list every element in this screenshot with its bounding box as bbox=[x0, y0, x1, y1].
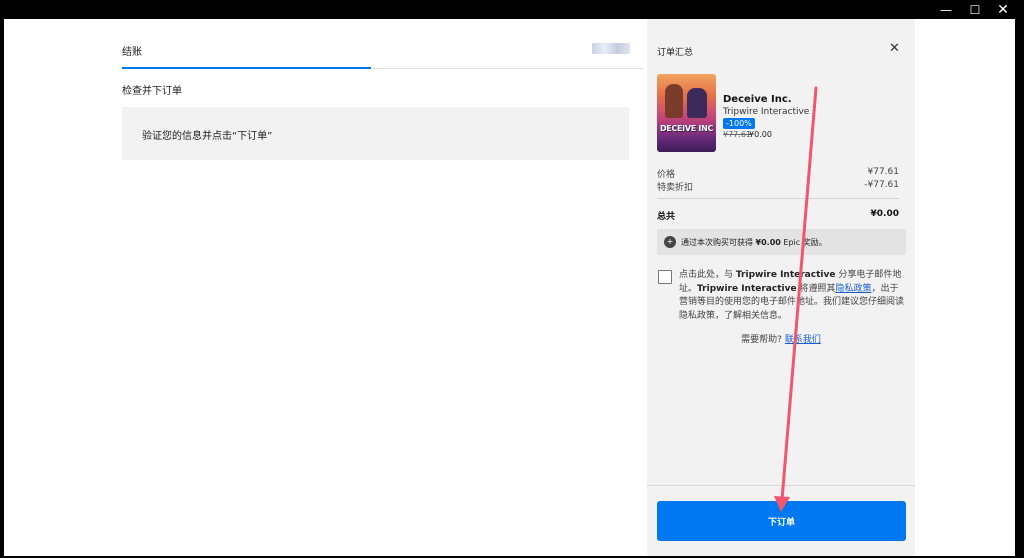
total-value: ¥0.00 bbox=[870, 209, 899, 219]
window-title-bar: — ☐ ✕ bbox=[0, 0, 1024, 19]
checkout-main-panel: 结账 检查并下订单 验证您的信息并点击“下订单” bbox=[4, 19, 647, 556]
info-text: 验证您的信息并点击“下订单” bbox=[142, 131, 273, 142]
total-row: 总共 ¥0.00 bbox=[657, 209, 899, 222]
tab-active-indicator bbox=[122, 67, 371, 69]
privacy-policy-link[interactable]: 隐私政策 bbox=[835, 284, 871, 294]
checkout-window: 结账 检查并下订单 验证您的信息并点击“下订单” 订单汇总 ✕ DECEIVE … bbox=[4, 19, 1015, 556]
price-label: 价格 bbox=[657, 170, 676, 180]
email-consent-checkbox[interactable] bbox=[658, 270, 672, 284]
reward-text: 通过本次购买可获得 ¥0.00 Epic 奖励。 bbox=[681, 238, 827, 247]
help-line: 需要帮助? 联系我们 bbox=[741, 335, 821, 345]
close-icon[interactable]: ✕ bbox=[889, 41, 900, 56]
discount-value: -¥77.61 bbox=[864, 180, 899, 190]
tab-checkout[interactable]: 结账 bbox=[122, 43, 142, 58]
price-row: 价格 ¥77.61 bbox=[657, 167, 899, 180]
bottom-divider bbox=[647, 485, 915, 486]
discount-badge: -100% bbox=[723, 118, 755, 129]
thumbnail-logo: DECEIVE INC bbox=[659, 124, 714, 133]
order-summary-panel: 订单汇总 ✕ DECEIVE INC Deceive Inc. Tripwire… bbox=[647, 19, 915, 556]
thumbnail-figure bbox=[665, 84, 683, 118]
place-order-button[interactable]: 下订单 bbox=[657, 501, 906, 541]
sale-price: ¥0.00 bbox=[749, 130, 772, 139]
email-consent-text: 点击此处，与 Tripwire Interactive 分享电子邮件地址。Tri… bbox=[679, 270, 905, 321]
window-close-icon[interactable]: ✕ bbox=[992, 2, 1014, 18]
product-name: Deceive Inc. bbox=[723, 94, 792, 105]
total-label: 总共 bbox=[657, 212, 676, 222]
game-thumbnail: DECEIVE INC bbox=[657, 74, 716, 152]
minimize-icon[interactable]: — bbox=[935, 2, 957, 18]
product-developer: Tripwire Interactive bbox=[723, 107, 810, 117]
discount-row: 特卖折扣 -¥77.61 bbox=[657, 180, 899, 193]
epic-reward-icon: + bbox=[664, 236, 676, 248]
thumbnail-figure bbox=[687, 88, 707, 118]
summary-divider bbox=[657, 198, 899, 199]
reward-banner: + 通过本次购买可获得 ¥0.00 Epic 奖励。 bbox=[657, 229, 906, 255]
order-summary-title: 订单汇总 bbox=[657, 48, 694, 58]
contact-us-link[interactable]: 联系我们 bbox=[785, 335, 821, 345]
price-value: ¥77.61 bbox=[867, 167, 900, 177]
blurred-account-name bbox=[592, 43, 630, 54]
section-title: 检查并下订单 bbox=[122, 86, 182, 97]
discount-label: 特卖折扣 bbox=[657, 183, 694, 193]
maximize-icon[interactable]: ☐ bbox=[964, 2, 986, 18]
info-box: 验证您的信息并点击“下订单” bbox=[122, 107, 629, 160]
original-price: ¥77.61 bbox=[723, 130, 751, 139]
